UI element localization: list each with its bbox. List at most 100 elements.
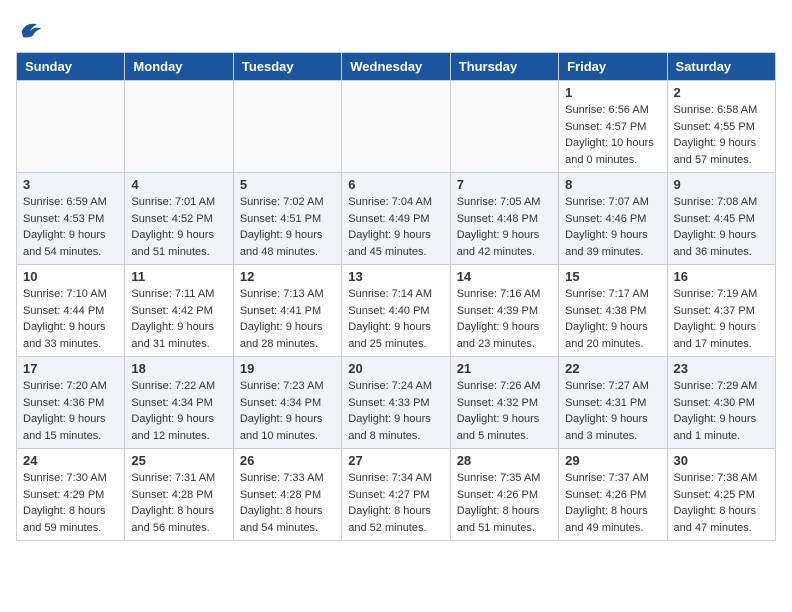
day-info: Sunrise: 7:19 AM Sunset: 4:37 PM Dayligh… [674,286,769,352]
day-info: Sunrise: 7:02 AM Sunset: 4:51 PM Dayligh… [240,194,335,260]
day-info: Sunrise: 7:16 AM Sunset: 4:39 PM Dayligh… [457,286,552,352]
calendar-week-row: 24 Sunrise: 7:30 AM Sunset: 4:29 PM Dayli… [17,449,776,541]
calendar-week-row: 3 Sunrise: 6:59 AM Sunset: 4:53 PM Daylig… [17,173,776,265]
calendar-cell: 21Sunrise: 7:26 AM Sunset: 4:32 PM Dayli… [450,357,558,449]
day-info: Sunrise: 7:01 AM Sunset: 4:52 PM Dayligh… [131,194,226,260]
calendar-table: SundayMondayTuesdayWednesdayThursdayFrid… [16,52,776,541]
calendar-cell: 4Sunrise: 7:01 AM Sunset: 4:52 PM Daylig… [125,173,233,265]
calendar-cell: 13 Sunrise: 7:14 AM Sunset: 4:40 PM Dayli… [342,265,450,357]
calendar-cell: 12 Sunrise: 7:13 AM Sunset: 4:41 PM Dayli… [233,265,341,357]
calendar-cell: 5 Sunrise: 7:02 AM Sunset: 4:51 PM Daylig… [233,173,341,265]
calendar-cell: 1 Sunrise: 6:56 AM Sunset: 4:57 PM Daylig… [559,81,667,173]
day-info: Sunrise: 7:30 AM Sunset: 4:29 PM Dayligh… [23,470,118,536]
day-number: 7 [457,177,552,192]
day-number: 10 [23,269,118,284]
day-info: Sunrise: 7:38 AM Sunset: 4:25 PM Dayligh… [674,470,769,536]
day-info: Sunrise: 7:37 AM Sunset: 4:26 PM Dayligh… [565,470,660,536]
calendar-cell [233,81,341,173]
calendar-cell: 6Sunrise: 7:04 AM Sunset: 4:49 PM Daylig… [342,173,450,265]
weekday-header-friday: Friday [559,53,667,81]
day-number: 9 [674,177,769,192]
day-number: 15 [565,269,660,284]
day-info: Sunrise: 7:23 AM Sunset: 4:34 PM Dayligh… [240,378,335,444]
day-number: 17 [23,361,118,376]
weekday-header-monday: Monday [125,53,233,81]
weekday-header-row: SundayMondayTuesdayWednesdayThursdayFrid… [17,53,776,81]
calendar-cell: 26 Sunrise: 7:33 AM Sunset: 4:28 PM Dayli… [233,449,341,541]
calendar-cell: 8Sunrise: 7:07 AM Sunset: 4:46 PM Daylig… [559,173,667,265]
calendar-cell: 29 Sunrise: 7:37 AM Sunset: 4:26 PM Dayli… [559,449,667,541]
day-info: Sunrise: 7:34 AM Sunset: 4:27 PM Dayligh… [348,470,443,536]
calendar-cell: 22Sunrise: 7:27 AM Sunset: 4:31 PM Dayli… [559,357,667,449]
day-info: Sunrise: 6:58 AM Sunset: 4:55 PM Dayligh… [674,102,769,168]
day-number: 5 [240,177,335,192]
calendar-cell [17,81,125,173]
logo [16,16,48,44]
day-info: Sunrise: 7:22 AM Sunset: 4:34 PM Dayligh… [131,378,226,444]
day-info: Sunrise: 7:17 AM Sunset: 4:38 PM Dayligh… [565,286,660,352]
day-number: 1 [565,85,660,100]
day-info: Sunrise: 7:24 AM Sunset: 4:33 PM Dayligh… [348,378,443,444]
calendar-cell: 17 Sunrise: 7:20 AM Sunset: 4:36 PM Dayli… [17,357,125,449]
day-info: Sunrise: 7:14 AM Sunset: 4:40 PM Dayligh… [348,286,443,352]
weekday-header-sunday: Sunday [17,53,125,81]
calendar-cell: 27Sunrise: 7:34 AM Sunset: 4:27 PM Dayli… [342,449,450,541]
day-info: Sunrise: 7:33 AM Sunset: 4:28 PM Dayligh… [240,470,335,536]
page-header [16,16,776,44]
day-info: Sunrise: 7:11 AM Sunset: 4:42 PM Dayligh… [131,286,226,352]
calendar-week-row: 10 Sunrise: 7:10 AM Sunset: 4:44 PM Dayli… [17,265,776,357]
day-info: Sunrise: 7:31 AM Sunset: 4:28 PM Dayligh… [131,470,226,536]
calendar-cell: 20 Sunrise: 7:24 AM Sunset: 4:33 PM Dayli… [342,357,450,449]
calendar-cell [125,81,233,173]
day-number: 18 [131,361,226,376]
calendar-cell: 3 Sunrise: 6:59 AM Sunset: 4:53 PM Daylig… [17,173,125,265]
day-number: 23 [674,361,769,376]
logo-icon [16,16,44,44]
day-info: Sunrise: 7:20 AM Sunset: 4:36 PM Dayligh… [23,378,118,444]
day-number: 8 [565,177,660,192]
calendar-cell [342,81,450,173]
day-info: Sunrise: 7:29 AM Sunset: 4:30 PM Dayligh… [674,378,769,444]
calendar-cell [450,81,558,173]
weekday-header-thursday: Thursday [450,53,558,81]
calendar-cell: 24 Sunrise: 7:30 AM Sunset: 4:29 PM Dayli… [17,449,125,541]
calendar-week-row: 1 Sunrise: 6:56 AM Sunset: 4:57 PM Daylig… [17,81,776,173]
weekday-header-tuesday: Tuesday [233,53,341,81]
weekday-header-saturday: Saturday [667,53,775,81]
day-info: Sunrise: 6:56 AM Sunset: 4:57 PM Dayligh… [565,102,660,168]
calendar-cell: 10 Sunrise: 7:10 AM Sunset: 4:44 PM Dayli… [17,265,125,357]
day-info: Sunrise: 7:08 AM Sunset: 4:45 PM Dayligh… [674,194,769,260]
day-number: 19 [240,361,335,376]
day-number: 12 [240,269,335,284]
day-number: 11 [131,269,226,284]
calendar-cell: 16 Sunrise: 7:19 AM Sunset: 4:37 PM Dayli… [667,265,775,357]
day-number: 29 [565,453,660,468]
calendar-cell: 9 Sunrise: 7:08 AM Sunset: 4:45 PM Daylig… [667,173,775,265]
weekday-header-wednesday: Wednesday [342,53,450,81]
calendar-cell: 14 Sunrise: 7:16 AM Sunset: 4:39 PM Dayli… [450,265,558,357]
calendar-cell: 15 Sunrise: 7:17 AM Sunset: 4:38 PM Dayli… [559,265,667,357]
day-number: 30 [674,453,769,468]
calendar-cell: 25 Sunrise: 7:31 AM Sunset: 4:28 PM Dayli… [125,449,233,541]
calendar-cell: 7Sunrise: 7:05 AM Sunset: 4:48 PM Daylig… [450,173,558,265]
calendar-cell: 30 Sunrise: 7:38 AM Sunset: 4:25 PM Dayli… [667,449,775,541]
day-info: Sunrise: 6:59 AM Sunset: 4:53 PM Dayligh… [23,194,118,260]
calendar-cell: 28Sunrise: 7:35 AM Sunset: 4:26 PM Dayli… [450,449,558,541]
day-info: Sunrise: 7:10 AM Sunset: 4:44 PM Dayligh… [23,286,118,352]
day-number: 16 [674,269,769,284]
day-info: Sunrise: 7:13 AM Sunset: 4:41 PM Dayligh… [240,286,335,352]
day-number: 25 [131,453,226,468]
day-number: 13 [348,269,443,284]
calendar-week-row: 17 Sunrise: 7:20 AM Sunset: 4:36 PM Dayli… [17,357,776,449]
day-number: 28 [457,453,552,468]
day-number: 3 [23,177,118,192]
day-number: 20 [348,361,443,376]
calendar-cell: 18 Sunrise: 7:22 AM Sunset: 4:34 PM Dayli… [125,357,233,449]
day-number: 14 [457,269,552,284]
day-number: 6 [348,177,443,192]
calendar-cell: 2Sunrise: 6:58 AM Sunset: 4:55 PM Daylig… [667,81,775,173]
day-number: 21 [457,361,552,376]
day-number: 24 [23,453,118,468]
day-number: 26 [240,453,335,468]
day-info: Sunrise: 7:27 AM Sunset: 4:31 PM Dayligh… [565,378,660,444]
